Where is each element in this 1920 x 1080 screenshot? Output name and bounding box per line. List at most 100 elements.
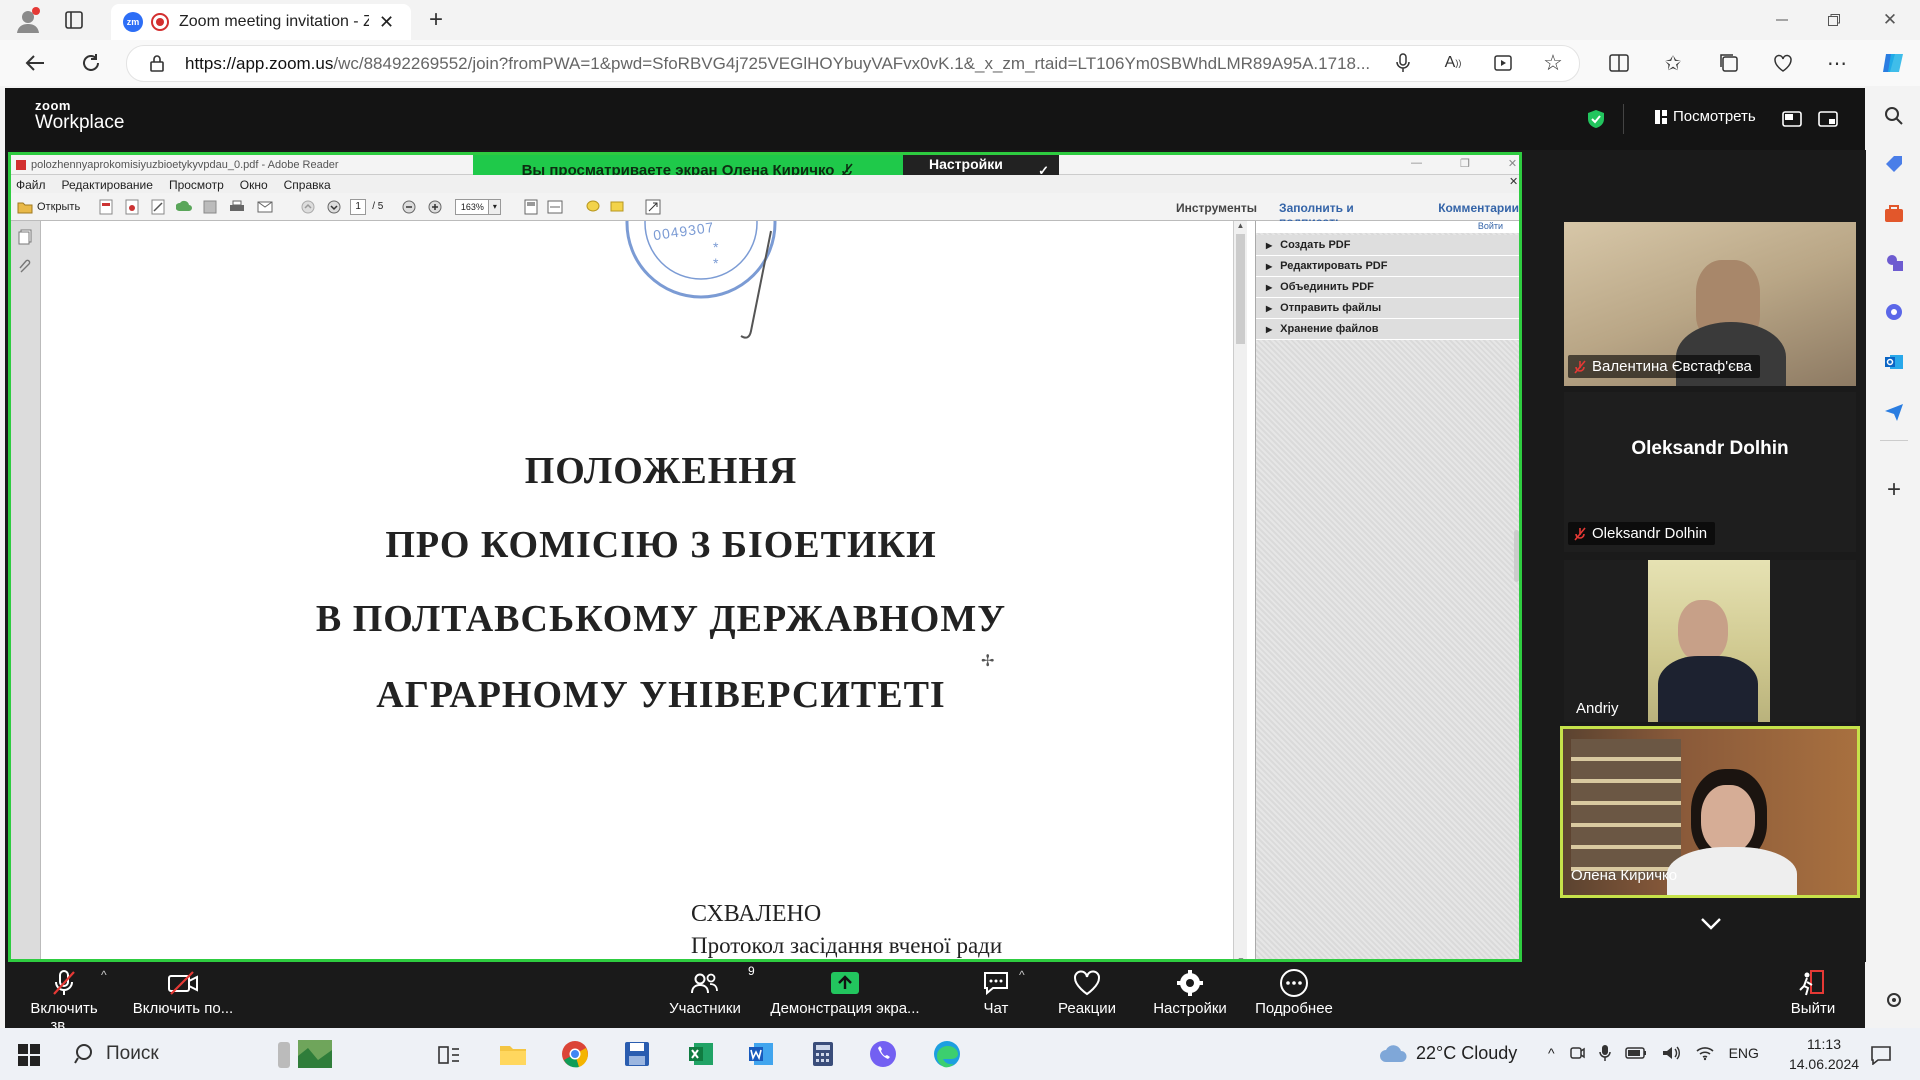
app-available-icon[interactable] bbox=[1492, 52, 1514, 74]
battery-icon[interactable] bbox=[1624, 1046, 1647, 1060]
clock[interactable]: 11:13 14.06.2024 bbox=[1784, 1034, 1864, 1074]
tray-meet-icon[interactable] bbox=[1569, 1045, 1585, 1061]
unmute-button[interactable]: Включить зв... bbox=[19, 966, 109, 1034]
tab-zoom-meeting[interactable]: zm Zoom meeting invitation - Z ✕ bbox=[111, 4, 411, 40]
favorite-star-icon[interactable]: ☆ bbox=[1542, 50, 1564, 75]
edge-add-icon[interactable]: + bbox=[1882, 476, 1906, 503]
menu-help[interactable]: Справка bbox=[284, 178, 331, 192]
export-pdf-icon[interactable] bbox=[124, 199, 140, 215]
pdf-page[interactable]: 0049307 * * ПОЛОЖЕННЯ ПРО КОМІСІЮ З БІОЕТ… bbox=[41, 221, 1233, 959]
close-tab-icon[interactable]: ✕ bbox=[379, 12, 394, 33]
edge-outlook-icon[interactable] bbox=[1882, 350, 1906, 374]
page-down-icon[interactable] bbox=[326, 199, 342, 215]
highlight-icon[interactable] bbox=[609, 199, 625, 215]
pdf-restore-icon[interactable]: ❐ bbox=[1460, 157, 1470, 170]
save-disk-icon[interactable] bbox=[622, 1040, 652, 1068]
settings-button[interactable]: Настройки bbox=[1145, 966, 1235, 1017]
scroll-up-icon[interactable]: ▲ bbox=[1234, 221, 1247, 230]
signin-link[interactable]: Войти bbox=[1256, 221, 1519, 233]
restore-icon[interactable] bbox=[1822, 8, 1846, 32]
fit-width-icon[interactable] bbox=[547, 199, 563, 215]
calculator-icon[interactable] bbox=[808, 1040, 838, 1068]
audio-options-chevron-icon[interactable]: ^ bbox=[101, 968, 107, 982]
file-explorer-icon[interactable] bbox=[498, 1040, 528, 1068]
edge-browser-icon[interactable] bbox=[932, 1040, 962, 1068]
read-aloud-icon[interactable]: A)) bbox=[1442, 52, 1464, 74]
tray-chevron-icon[interactable]: ^ bbox=[1548, 1045, 1555, 1061]
pdf-menu-close-icon[interactable]: ✕ bbox=[1509, 175, 1518, 188]
comment-icon[interactable] bbox=[585, 199, 601, 215]
participants-button[interactable]: 9 Участники bbox=[663, 964, 755, 1017]
fit-page-icon[interactable] bbox=[523, 199, 539, 215]
windows-start-icon[interactable] bbox=[16, 1042, 42, 1068]
save-icon[interactable] bbox=[202, 199, 218, 215]
more-options-icon[interactable]: ⋯ bbox=[1826, 52, 1848, 75]
video-tile-oleksandr[interactable]: Oleksandr Dolhin Oleksandr Dolhin bbox=[1564, 392, 1856, 552]
new-tab-icon[interactable]: + bbox=[424, 6, 448, 33]
panel-send-files[interactable]: ▶ Отправить файлы bbox=[1256, 298, 1519, 319]
page-thumbnails-icon[interactable] bbox=[18, 229, 32, 245]
gallery-next-chevron-icon[interactable] bbox=[1696, 912, 1726, 936]
zoom-dropdown-icon[interactable]: ▾ bbox=[489, 198, 502, 215]
zoom-out-icon[interactable] bbox=[401, 199, 417, 215]
print-icon[interactable] bbox=[228, 199, 246, 215]
close-window-icon[interactable]: ✕ bbox=[1878, 8, 1902, 32]
menu-window[interactable]: Окно bbox=[240, 178, 268, 192]
pdf-close-icon[interactable]: ✕ bbox=[1508, 157, 1517, 170]
split-screen-icon[interactable] bbox=[1608, 52, 1630, 74]
microphone-icon[interactable] bbox=[1392, 52, 1414, 74]
weather-widget[interactable]: 22°C Cloudy bbox=[1378, 1042, 1517, 1064]
chrome-icon[interactable] bbox=[560, 1040, 590, 1068]
fullscreen-icon[interactable] bbox=[1817, 108, 1839, 130]
edge-search-icon[interactable] bbox=[1882, 104, 1906, 128]
panel-edit-pdf[interactable]: ▶ Редактировать PDF bbox=[1256, 256, 1519, 277]
view-button[interactable]: Посмотреть bbox=[1655, 108, 1756, 125]
email-icon[interactable] bbox=[256, 199, 274, 215]
attachments-icon[interactable] bbox=[18, 259, 32, 275]
notifications-icon[interactable] bbox=[1868, 1042, 1894, 1068]
wifi-icon[interactable] bbox=[1695, 1045, 1715, 1061]
video-tile-olena-active-speaker[interactable]: Олена Киричко bbox=[1560, 726, 1860, 898]
copilot-icon[interactable] bbox=[1878, 48, 1908, 78]
tray-mic-icon[interactable] bbox=[1598, 1044, 1611, 1062]
language-indicator[interactable]: ENG bbox=[1729, 1045, 1759, 1061]
edit-pdf-icon[interactable] bbox=[150, 199, 166, 215]
edge-settings-icon[interactable] bbox=[1882, 988, 1906, 1012]
pdf-scrollbar[interactable]: ▲ ▼ bbox=[1233, 221, 1247, 959]
page-up-icon[interactable] bbox=[300, 199, 316, 215]
pdf-minimize-icon[interactable]: — bbox=[1411, 157, 1422, 170]
menu-view[interactable]: Просмотр bbox=[169, 178, 224, 192]
panel-create-pdf[interactable]: ▶ Создать PDF bbox=[1256, 235, 1519, 256]
video-tile-andriy[interactable]: Andriy bbox=[1564, 560, 1856, 722]
more-button[interactable]: Подробнее bbox=[1249, 966, 1339, 1017]
volume-icon[interactable] bbox=[1661, 1045, 1681, 1061]
lock-icon[interactable] bbox=[146, 52, 168, 74]
scroll-thumb[interactable] bbox=[1236, 234, 1245, 344]
share-screen-button[interactable]: Демонстрация экра... bbox=[763, 966, 927, 1017]
start-video-button[interactable]: Включить по... bbox=[131, 966, 235, 1017]
back-icon[interactable] bbox=[22, 50, 48, 76]
menu-edit[interactable]: Редактирование bbox=[62, 178, 153, 192]
minimize-icon[interactable] bbox=[1770, 8, 1794, 32]
collections-icon[interactable] bbox=[1718, 52, 1740, 74]
panel-combine-pdf[interactable]: ▶ Объединить PDF bbox=[1256, 277, 1519, 298]
edge-copilot-apps-icon[interactable] bbox=[1882, 300, 1906, 324]
reactions-button[interactable]: Реакции bbox=[1051, 966, 1123, 1017]
edge-send-icon[interactable] bbox=[1882, 400, 1906, 424]
create-pdf-icon[interactable] bbox=[98, 199, 114, 215]
upload-icon[interactable] bbox=[176, 199, 193, 215]
refresh-icon[interactable] bbox=[78, 50, 104, 76]
favorites-icon[interactable]: ✩ bbox=[1662, 52, 1684, 75]
leave-button[interactable]: Выйти bbox=[1785, 966, 1841, 1017]
tab-actions-icon[interactable] bbox=[62, 8, 86, 32]
zoom-level-input[interactable]: 163% bbox=[455, 198, 490, 215]
profile-icon[interactable] bbox=[14, 6, 42, 34]
browser-essentials-icon[interactable] bbox=[1772, 52, 1794, 74]
pip-icon[interactable] bbox=[1781, 108, 1803, 130]
chat-options-chevron-icon[interactable]: ^ bbox=[1019, 968, 1025, 982]
task-view-icon[interactable] bbox=[436, 1042, 462, 1068]
viber-icon[interactable] bbox=[868, 1040, 898, 1068]
url-input[interactable]: https://app.zoom.us/wc/88492269552/join?… bbox=[126, 45, 1580, 82]
excel-icon[interactable] bbox=[686, 1040, 716, 1068]
edge-tools-icon[interactable] bbox=[1882, 202, 1906, 226]
